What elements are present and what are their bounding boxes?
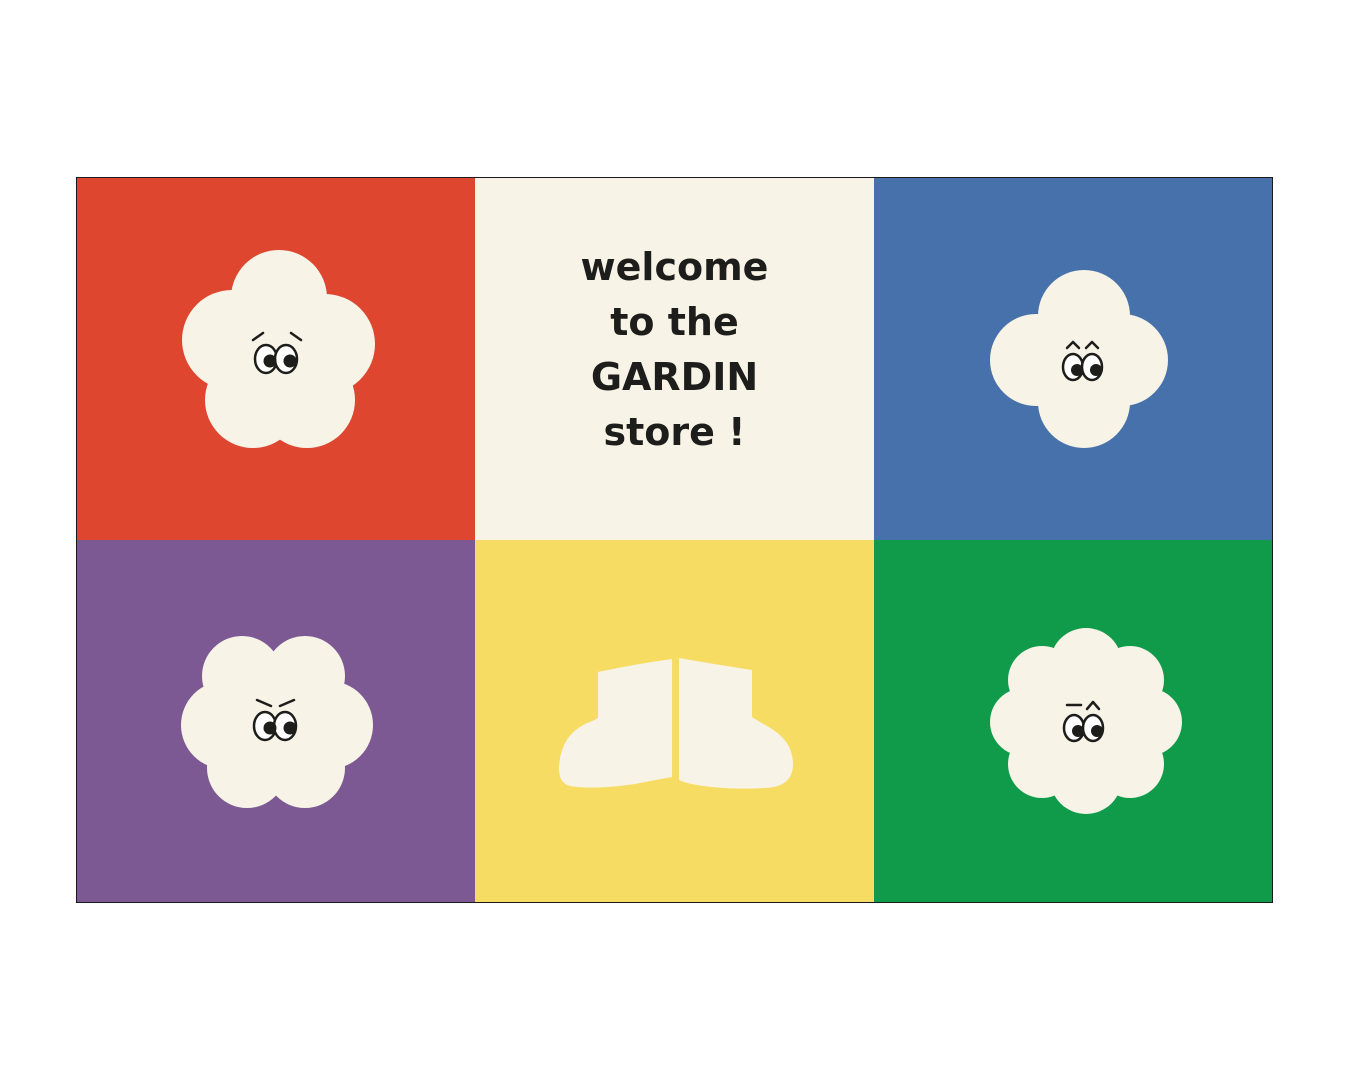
- welcome-line-3: GARDIN: [590, 355, 759, 399]
- welcome-line-1: welcome: [580, 245, 769, 289]
- flower-icon: [181, 636, 373, 808]
- tile-red: [77, 178, 475, 540]
- welcome-line-2: to the: [610, 300, 739, 344]
- tile-grid: welcome to the GARDIN store !: [76, 177, 1273, 903]
- tile-yellow: [475, 540, 874, 902]
- tile-green: [874, 540, 1272, 902]
- welcome-line-4: store !: [603, 410, 746, 454]
- tile-purple: [77, 540, 475, 902]
- tile-blue: [874, 178, 1272, 540]
- flower-icon: [990, 628, 1182, 814]
- flower-icon: [182, 250, 375, 448]
- tile-welcome: welcome to the GARDIN store !: [475, 178, 874, 540]
- boots-icon: [558, 658, 793, 789]
- welcome-heading: welcome to the GARDIN store !: [475, 240, 874, 460]
- flower-icon: [990, 270, 1168, 448]
